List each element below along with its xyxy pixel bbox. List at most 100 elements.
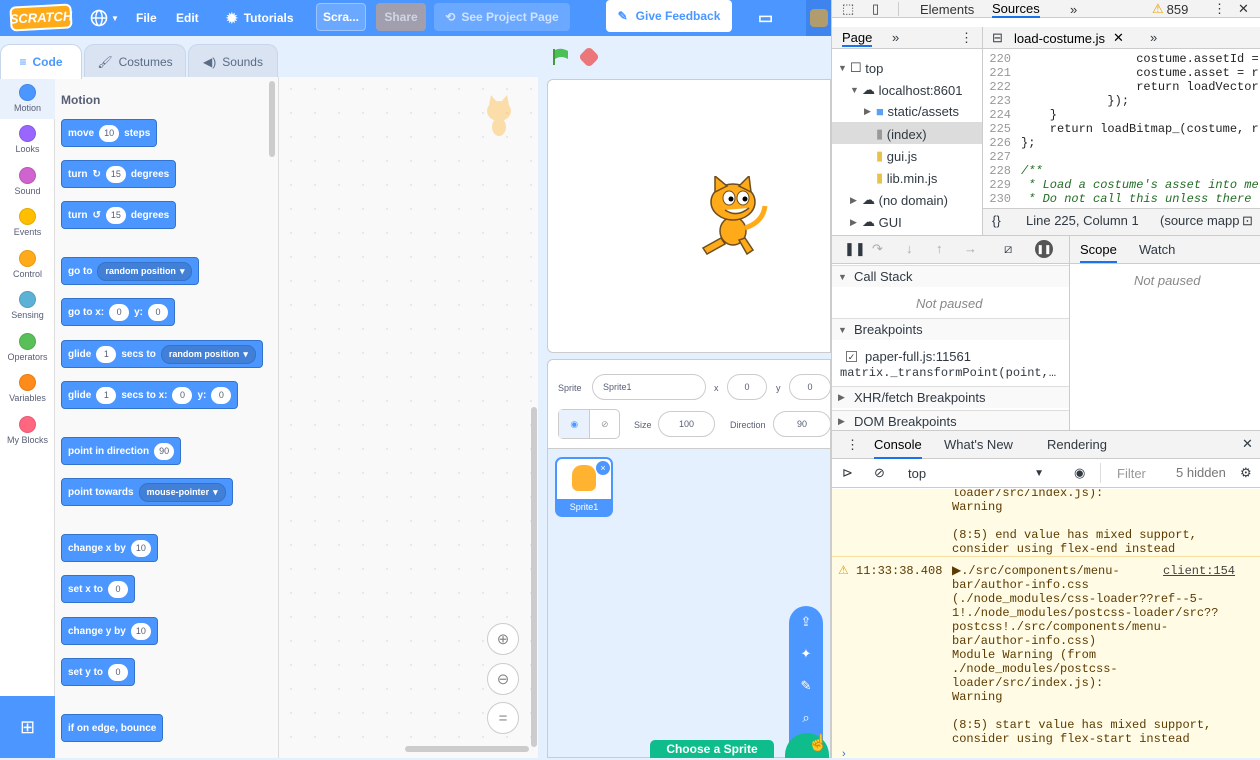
block-if-on-edge-bounce[interactable]: if on edge, bounce (61, 714, 164, 742)
dom-breakpoints-header[interactable]: ▶ DOM Breakpoints (832, 410, 1069, 432)
close-devtools-icon[interactable]: ✕ (1238, 0, 1249, 18)
nav-menu-icon[interactable]: ⋮ (960, 30, 973, 46)
script-workspace[interactable]: ⊕ ⊖ = (279, 77, 538, 758)
block-change-y[interactable]: change y by 10 (61, 617, 158, 645)
hidden-messages-count[interactable]: 5 hidden (1176, 465, 1226, 480)
step-out-icon[interactable]: ↑ (936, 241, 943, 256)
tree-index[interactable]: ▮ (index) (876, 126, 927, 142)
search-icon[interactable]: ⌕ (789, 702, 823, 734)
block-input[interactable]: 0 (108, 663, 129, 681)
editor-file-tab[interactable]: load-costume.js ✕ (1014, 30, 1124, 46)
toggle-navigator-icon[interactable]: ⊟ (992, 30, 1003, 46)
block-move[interactable]: move 10 steps (61, 119, 158, 147)
block-point-towards[interactable]: point towards mouse-pointer ▾ (61, 478, 233, 506)
category-control[interactable]: Control (0, 243, 55, 285)
zoom-reset-button[interactable]: = (487, 702, 519, 734)
tab-whats-new[interactable]: What's New (944, 437, 1013, 452)
tutorials-menu[interactable]: ✹ Tutorials (226, 0, 294, 36)
tab-sources[interactable]: Sources (992, 0, 1040, 18)
tree-gui[interactable]: ▶ ☁ GUI (850, 214, 902, 230)
sprite-cat[interactable] (693, 174, 771, 261)
xhr-breakpoints-header[interactable]: ▶ XHR/fetch Breakpoints (832, 386, 1069, 408)
warnings-counter[interactable]: ⚠ 859 (1152, 0, 1188, 18)
step-over-icon[interactable]: ↷ (872, 241, 883, 257)
tree-lib-min-js[interactable]: ▮ lib.min.js (876, 170, 937, 186)
delete-sprite-icon[interactable]: × (596, 461, 610, 475)
add-extension-button[interactable]: ⊞ (0, 696, 55, 758)
close-tab-icon[interactable]: ✕ (1113, 30, 1124, 46)
category-sensing[interactable]: Sensing (0, 284, 55, 326)
deactivate-breakpoints-icon[interactable]: ⧄ (1004, 241, 1012, 257)
step-into-icon[interactable]: ↓ (906, 241, 913, 256)
account-avatar[interactable] (806, 0, 831, 36)
upload-icon[interactable]: ⇪ (789, 606, 823, 638)
block-input[interactable]: 0 (109, 303, 130, 321)
breakpoints-header[interactable]: ▼ Breakpoints (832, 318, 1069, 340)
kebab-menu-icon[interactable]: ⋮ (1213, 0, 1226, 18)
globe-icon[interactable]: ▼ (90, 0, 119, 36)
category-sound[interactable]: Sound (0, 160, 55, 202)
console-message-first[interactable]: ▶./src/components/menu- (952, 564, 1120, 578)
sprite-thumbnail[interactable]: × Sprite1 (555, 457, 613, 517)
block-input[interactable]: 0 (211, 386, 232, 404)
more-tabs-icon[interactable]: » (1070, 0, 1077, 18)
see-project-page-button[interactable]: ⟲ See Project Page (434, 3, 570, 31)
block-turn-left[interactable]: turn ↺ 15 degrees (61, 201, 177, 229)
block-glide-xy[interactable]: glide 1 secs to x: 0 y: 0 (61, 381, 239, 409)
category-operators[interactable]: Operators (0, 326, 55, 368)
tab-sounds[interactable]: ◀) Sounds (188, 44, 278, 78)
breakpoint-item[interactable]: ✓ paper-full.js:11561 (846, 349, 971, 364)
console-settings-icon[interactable]: ⚙ (1240, 465, 1252, 481)
device-toggle-icon[interactable]: ▯ (872, 0, 879, 18)
tab-code[interactable]: ≡ Code (0, 44, 82, 79)
direction-input[interactable]: 90 (773, 411, 831, 437)
block-input[interactable]: 15 (105, 165, 126, 183)
pretty-print-icon[interactable]: {} (992, 213, 1001, 228)
tab-page[interactable]: Page (842, 30, 873, 47)
workspace-v-scrollbar[interactable] (531, 407, 537, 747)
block-input[interactable]: 1 (96, 386, 117, 404)
paint-icon[interactable]: ✎ (789, 670, 823, 702)
tab-console[interactable]: Console (874, 437, 922, 459)
tree-static-assets[interactable]: ▶ ■ static/assets (864, 104, 959, 119)
tree-gui-js[interactable]: ▮ gui.js (876, 148, 917, 164)
x-input[interactable]: 0 (727, 374, 767, 400)
inspect-icon[interactable]: ⬚ (842, 0, 854, 18)
give-feedback-button[interactable]: ✎ Give Feedback (606, 0, 732, 32)
block-set-x[interactable]: set x to 0 (61, 575, 136, 603)
sprite-name-input[interactable]: Sprite1 (592, 374, 706, 400)
live-expression-icon[interactable]: ◉ (1074, 465, 1085, 481)
tab-costumes[interactable]: 🖌 Costumes (84, 44, 186, 78)
green-flag-icon[interactable] (552, 48, 570, 66)
pause-icon[interactable]: ❚❚ (844, 241, 866, 257)
size-input[interactable]: 100 (658, 411, 715, 437)
console-prompt-icon[interactable]: › (842, 748, 846, 760)
checkbox-icon[interactable]: ✓ (846, 351, 857, 362)
more-nav-icon[interactable]: » (892, 30, 899, 45)
block-go-to-xy[interactable]: go to x: 0 y: 0 (61, 298, 176, 326)
surprise-icon[interactable]: ✦ (789, 638, 823, 670)
tree-no-domain[interactable]: ▶ ☁ (no domain) (850, 192, 948, 208)
block-input[interactable]: 15 (105, 206, 126, 224)
y-input[interactable]: 0 (789, 374, 831, 400)
call-stack-header[interactable]: ▼ Call Stack (832, 265, 1069, 287)
block-glide-to[interactable]: glide 1 secs to random position ▾ (61, 340, 263, 368)
tab-rendering[interactable]: Rendering (1047, 437, 1107, 452)
block-dropdown[interactable]: random position ▾ (97, 261, 193, 281)
block-input[interactable]: 0 (148, 303, 169, 321)
block-point-in-direction[interactable]: point in direction 90 (61, 437, 182, 465)
zoom-in-button[interactable]: ⊕ (487, 623, 519, 655)
console-source-link[interactable]: client:154 (1163, 564, 1235, 578)
code-editor[interactable]: 220 costume.assetId = 221 costume.asset =… (983, 52, 1260, 208)
block-input[interactable]: 10 (99, 124, 120, 142)
category-variables[interactable]: Variables (0, 367, 55, 409)
pause-on-exceptions-icon[interactable]: ❚❚ (1035, 240, 1053, 258)
hide-sprite-toggle[interactable]: ⊘ (589, 410, 619, 438)
zoom-out-button[interactable]: ⊖ (487, 663, 519, 695)
block-input[interactable]: 10 (130, 539, 151, 557)
category-looks[interactable]: Looks (0, 118, 55, 160)
palette-scrollbar[interactable] (269, 81, 275, 157)
block-change-x[interactable]: change x by 10 (61, 534, 158, 562)
step-icon[interactable]: → (964, 241, 977, 256)
tab-scope[interactable]: Scope (1080, 242, 1117, 263)
